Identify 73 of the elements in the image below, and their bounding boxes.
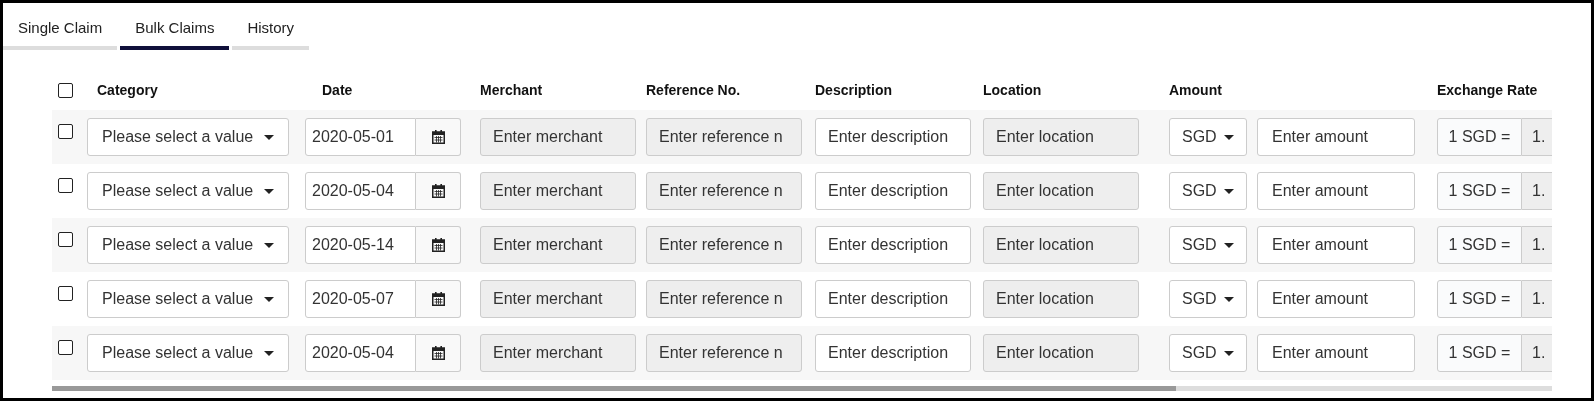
calendar-button[interactable] <box>416 280 461 318</box>
column-header: Category <box>96 82 159 98</box>
currency-dropdown[interactable]: SGD <box>1169 226 1247 264</box>
category-dropdown[interactable]: Please select a value <box>87 118 289 156</box>
calendar-icon <box>431 292 445 306</box>
column-header: Date <box>321 82 354 98</box>
rate-label: 1 SGD = <box>1437 334 1522 372</box>
caret-icon <box>264 350 274 356</box>
calendar-button[interactable] <box>416 226 461 264</box>
horizontal-scrollbar[interactable] <box>52 386 1552 391</box>
category-dropdown[interactable]: Please select a value <box>87 172 289 210</box>
tab[interactable]: Single Claim <box>3 9 118 50</box>
column-header: Description <box>815 82 893 98</box>
category-dropdown[interactable]: Please select a value <box>87 334 289 372</box>
calendar-icon <box>431 238 445 252</box>
amount-field[interactable]: Enter amount <box>1257 118 1415 156</box>
amount-field[interactable]: Enter amount <box>1257 226 1415 264</box>
rate-value: 1. <box>1522 334 1552 372</box>
rate-label: 1 SGD = <box>1437 280 1522 318</box>
currency-dropdown[interactable]: SGD <box>1169 172 1247 210</box>
amount-field[interactable]: Enter amount <box>1257 172 1415 210</box>
date-field[interactable]: 2020-05-01 <box>305 118 416 156</box>
calendar-icon <box>431 184 445 198</box>
currency-dropdown[interactable]: SGD <box>1169 118 1247 156</box>
currency-dropdown[interactable]: SGD <box>1169 334 1247 372</box>
row-checkbox[interactable] <box>58 286 73 301</box>
caret-icon <box>264 296 274 302</box>
row-checkbox[interactable] <box>58 232 73 247</box>
caret-icon <box>1224 134 1234 140</box>
column-header: Reference No. <box>646 82 742 98</box>
caret-icon <box>1224 188 1234 194</box>
description-field[interactable]: Enter description <box>815 226 971 264</box>
column-header: Merchant <box>480 82 544 98</box>
tab[interactable]: Bulk Claims <box>120 9 230 50</box>
amount-field[interactable]: Enter amount <box>1257 280 1415 318</box>
column-header: Amount <box>1169 82 1223 98</box>
tab[interactable]: History <box>232 9 310 50</box>
caret-icon <box>1224 296 1234 302</box>
rate-value: 1. <box>1522 226 1552 264</box>
calendar-icon <box>431 346 445 360</box>
category-dropdown[interactable]: Please select a value <box>87 226 289 264</box>
caret-icon <box>1224 350 1234 356</box>
calendar-button[interactable] <box>416 118 461 156</box>
rate-label: 1 SGD = <box>1437 118 1522 156</box>
description-field[interactable]: Enter description <box>815 280 971 318</box>
description-field[interactable]: Enter description <box>815 172 971 210</box>
date-field[interactable]: 2020-05-04 <box>305 334 416 372</box>
rate-value: 1. <box>1522 172 1552 210</box>
description-field[interactable]: Enter description <box>815 334 971 372</box>
rate-label: 1 SGD = <box>1437 172 1522 210</box>
column-header: Exchange Rate <box>1437 82 1539 98</box>
description-field[interactable]: Enter description <box>815 118 971 156</box>
rate-value: 1. <box>1522 118 1552 156</box>
caret-icon <box>264 134 274 140</box>
calendar-button[interactable] <box>416 172 461 210</box>
calendar-button[interactable] <box>416 334 461 372</box>
caret-icon <box>264 188 274 194</box>
category-dropdown[interactable]: Please select a value <box>87 280 289 318</box>
row-checkbox[interactable] <box>58 178 73 193</box>
rate-label: 1 SGD = <box>1437 226 1522 264</box>
select-all-checkbox[interactable] <box>58 82 73 98</box>
date-field[interactable]: 2020-05-14 <box>305 226 416 264</box>
caret-icon <box>264 242 274 248</box>
rate-value: 1. <box>1522 280 1552 318</box>
column-header: Location <box>983 82 1043 98</box>
amount-field[interactable]: Enter amount <box>1257 334 1415 372</box>
date-field[interactable]: 2020-05-07 <box>305 280 416 318</box>
date-field[interactable]: 2020-05-04 <box>305 172 416 210</box>
calendar-icon <box>431 130 445 144</box>
currency-dropdown[interactable]: SGD <box>1169 280 1247 318</box>
caret-icon <box>1224 242 1234 248</box>
row-checkbox[interactable] <box>58 340 73 355</box>
row-checkbox[interactable] <box>58 124 73 139</box>
